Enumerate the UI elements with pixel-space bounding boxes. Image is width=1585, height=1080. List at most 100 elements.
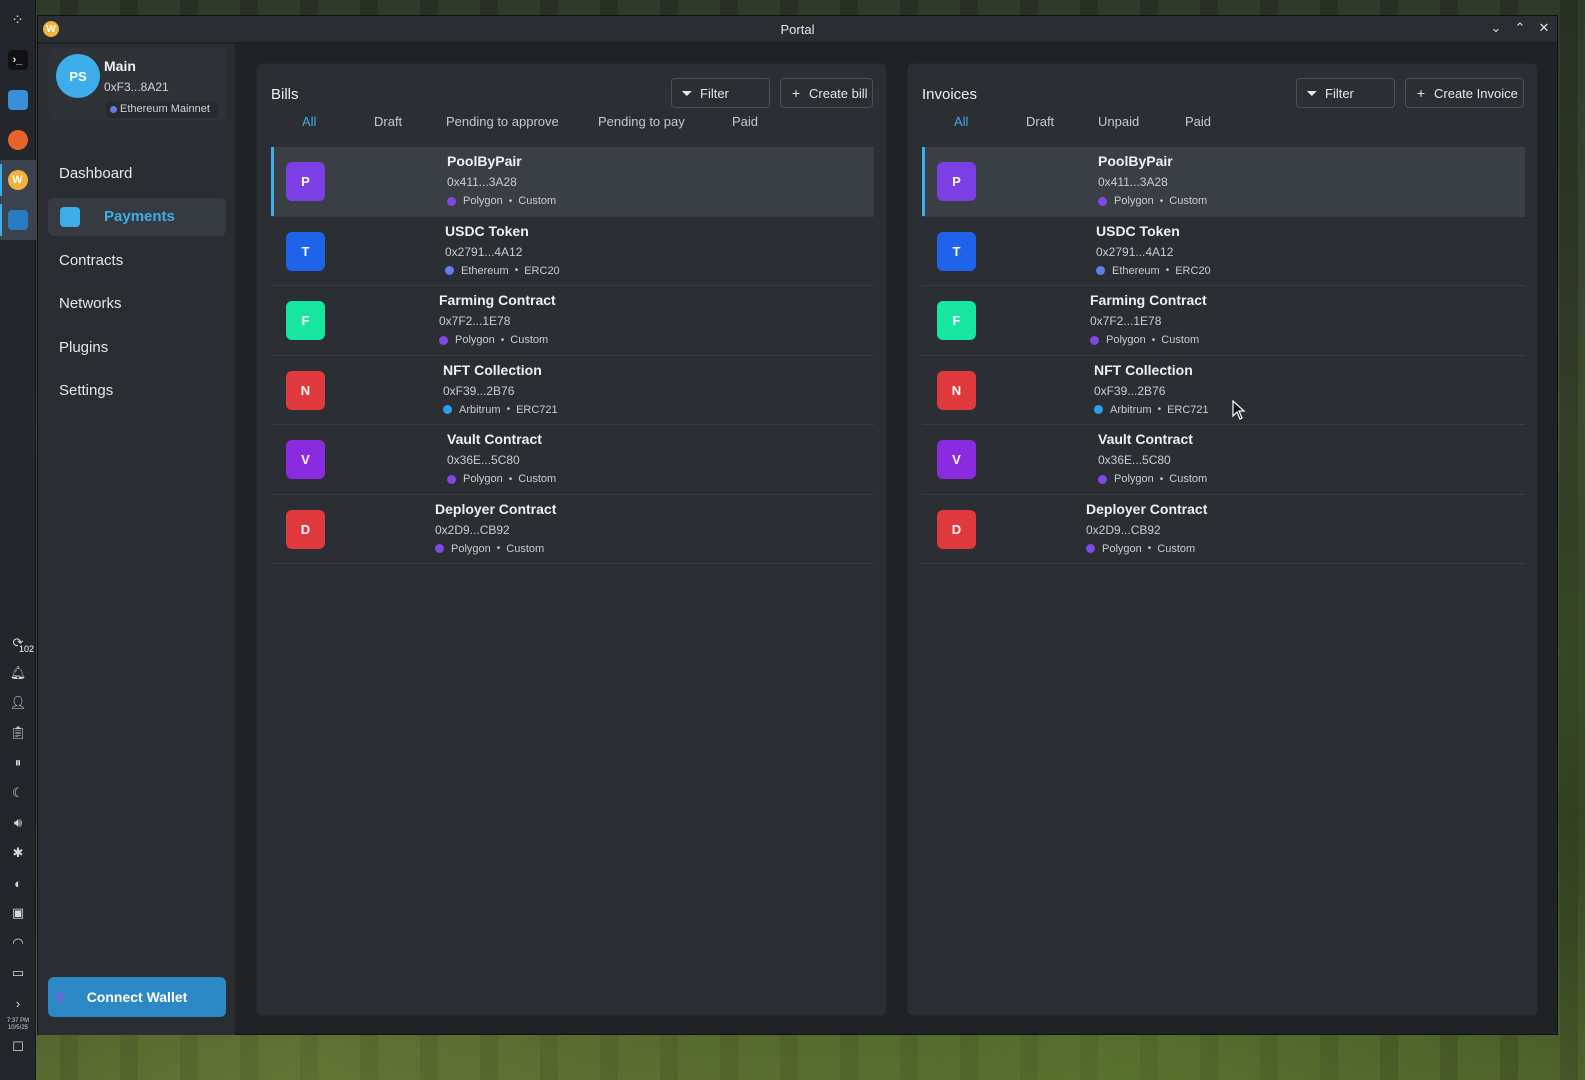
mouse-cursor-icon [1232, 400, 1246, 420]
tab-unpaid[interactable]: Unpaid [1098, 114, 1139, 129]
minimize-icon[interactable]: ⌄ [1489, 20, 1503, 36]
contract-name: USDC Token [445, 222, 529, 239]
network-dot [447, 196, 456, 206]
invoices-filter-button[interactable]: ⏷ Filter [1296, 78, 1395, 108]
show-desktop-icon[interactable]: ☐ [0, 1032, 36, 1062]
network-dot [447, 474, 456, 484]
network-dot [443, 405, 452, 414]
sidebar-item-payments[interactable]: Payments [48, 197, 226, 236]
list-item[interactable]: D Deployer Contract 0x2D9...CB92 Polygon… [271, 495, 874, 564]
device-icon[interactable]: ▣ [0, 898, 36, 928]
network-name: Polygon [455, 334, 495, 346]
list-item[interactable]: T USDC Token 0x2791...4A12 Ethereum • ERC2… [271, 217, 874, 286]
create-bill-label: Create bill [809, 85, 868, 101]
battery-icon[interactable]: ▭ [0, 958, 36, 988]
account-card[interactable]: PS Main 0xF3...8A21 Ethereum Mainnet [48, 48, 226, 120]
invoices-panel: Invoices ⏷ Filter + Create Invoice All D… [907, 63, 1538, 1016]
sidebar-item-settings[interactable]: Settings [48, 372, 226, 410]
contract-name: Vault Contract [1098, 431, 1193, 447]
clipboard-icon[interactable]: 📋︎ [0, 718, 36, 748]
wifi-icon[interactable]: ◠ [0, 928, 36, 958]
contract-address: 0x7F2...1E78 [439, 314, 511, 328]
list-item[interactable]: D Deployer Contract 0x2D9...CB92 Polygon… [922, 495, 1525, 564]
list-item[interactable]: F Farming Contract 0x7F2...1E78 Polygon •… [271, 286, 874, 356]
sidebar-item-networks[interactable]: Networks [48, 285, 226, 323]
connect-wallet-button[interactable]: Connect Wallet [48, 977, 226, 1017]
sidebar-item-label: Plugins [59, 338, 109, 356]
network-dot [439, 335, 448, 345]
plus-icon: + [791, 85, 801, 101]
contract-name: PoolByPair [1098, 153, 1173, 169]
color-picker-icon[interactable]: ◐ [0, 868, 36, 898]
invoices-title: Invoices [922, 86, 978, 103]
network-badge: Ethereum Mainnet [106, 101, 218, 118]
tab-paid[interactable]: Paid [732, 114, 758, 129]
window-app-icon: W [43, 21, 59, 37]
portal-app-icon[interactable]: W [0, 160, 36, 200]
contract-type: Custom [510, 334, 549, 346]
network-dot [1094, 405, 1103, 414]
list-item[interactable]: P PoolByPair 0x411...3A28 Polygon • Custom [271, 147, 874, 217]
tab-pending-to-pay[interactable]: Pending to pay [598, 114, 685, 129]
network-dot [435, 544, 444, 553]
list-item[interactable]: V Vault Contract 0x36E...5C80 Polygon • Cu… [922, 425, 1525, 495]
notifications-icon[interactable]: 🔔︎ [0, 658, 36, 688]
list-item[interactable]: P PoolByPair 0x411...3A28 Polygon • Custom [922, 147, 1525, 217]
network-name: Polygon [1102, 542, 1142, 555]
tab-paid[interactable]: Paid [1185, 114, 1211, 129]
contract-type: ERC20 [1175, 264, 1211, 277]
firefox-icon[interactable] [0, 120, 36, 160]
sidebar-item-label: Contracts [59, 251, 124, 269]
contract-type: ERC20 [524, 264, 560, 277]
media-pause-icon[interactable]: ⏸ [0, 748, 36, 778]
list-item[interactable]: F Farming Contract 0x7F2...1E78 Polygon •… [922, 286, 1525, 356]
tab-draft[interactable]: Draft [1026, 114, 1054, 129]
sidebar-item-contracts[interactable]: Contracts [48, 241, 226, 279]
list-item[interactable]: V Vault Contract 0x36E...5C80 Polygon • Cu… [271, 425, 874, 495]
updates-icon[interactable]: ⟳ 102 [0, 628, 36, 658]
sidebar-item-plugins[interactable]: Plugins [48, 328, 226, 366]
network-name: Polygon [1114, 195, 1154, 207]
sidebar-nav: Dashboard Payments Contracts Networks Pl… [48, 154, 226, 415]
list-item[interactable]: T USDC Token 0x2791...4A12 Ethereum • ERC2… [922, 217, 1525, 286]
sidebar-item-label: Settings [59, 382, 114, 399]
create-bill-button[interactable]: + Create bill [780, 78, 873, 108]
contract-letter-icon: T [937, 231, 976, 271]
account-address: 0xF3...8A21 [104, 80, 169, 94]
close-icon[interactable]: ✕ [1537, 20, 1551, 36]
tab-pending-to-approve[interactable]: Pending to approve [446, 114, 559, 129]
screenshot-app-icon[interactable] [0, 200, 36, 240]
create-invoice-button[interactable]: + Create Invoice [1405, 78, 1524, 108]
contract-address: 0xF39...2B76 [1094, 383, 1166, 398]
tab-draft[interactable]: Draft [374, 114, 402, 129]
contract-address: 0x2791...4A12 [445, 244, 523, 259]
tab-all[interactable]: All [302, 114, 316, 129]
tab-all[interactable]: All [954, 114, 968, 129]
contract-type: Custom [1157, 542, 1196, 555]
app-launcher-icon[interactable]: ⁘ [0, 0, 36, 40]
list-item[interactable]: N NFT Collection 0xF39...2B76 Arbitrum • E… [271, 356, 874, 425]
sidebar-item-dashboard[interactable]: Dashboard [48, 154, 226, 192]
file-manager-icon[interactable] [0, 80, 36, 120]
volume-icon[interactable]: 🔊︎ [0, 808, 36, 838]
bluetooth-icon[interactable]: ✱ [0, 838, 36, 868]
contract-letter-icon: D [937, 509, 976, 549]
expand-tray-icon[interactable]: › [0, 988, 36, 1018]
user-icon[interactable]: 👤︎ [0, 688, 36, 718]
clock[interactable]: 7:37 PM 10/5/25 [7, 1018, 29, 1032]
maximize-icon[interactable]: ⌃ [1513, 20, 1527, 36]
contract-type: Custom [1169, 195, 1208, 207]
contract-name: Vault Contract [447, 431, 542, 447]
updates-count-badge: 102 [17, 644, 35, 654]
invoices-list: P PoolByPair 0x411...3A28 Polygon • Custom… [922, 147, 1525, 564]
night-mode-icon[interactable]: ☾ [0, 778, 36, 808]
plus-icon: + [1416, 85, 1426, 101]
list-item[interactable]: N NFT Collection 0xF39...2B76 Arbitrum • E… [922, 356, 1525, 425]
network-name: Polygon [451, 542, 491, 555]
contract-name: Farming Contract [1090, 292, 1207, 308]
terminal-app-icon[interactable]: ›_ [0, 40, 36, 80]
account-name: Main [104, 58, 136, 74]
bills-filter-button[interactable]: ⏷ Filter [671, 78, 770, 108]
titlebar[interactable]: W Portal ⌄ ⌃ ✕ [38, 16, 1557, 43]
sidebar-item-label: Networks [59, 295, 122, 312]
